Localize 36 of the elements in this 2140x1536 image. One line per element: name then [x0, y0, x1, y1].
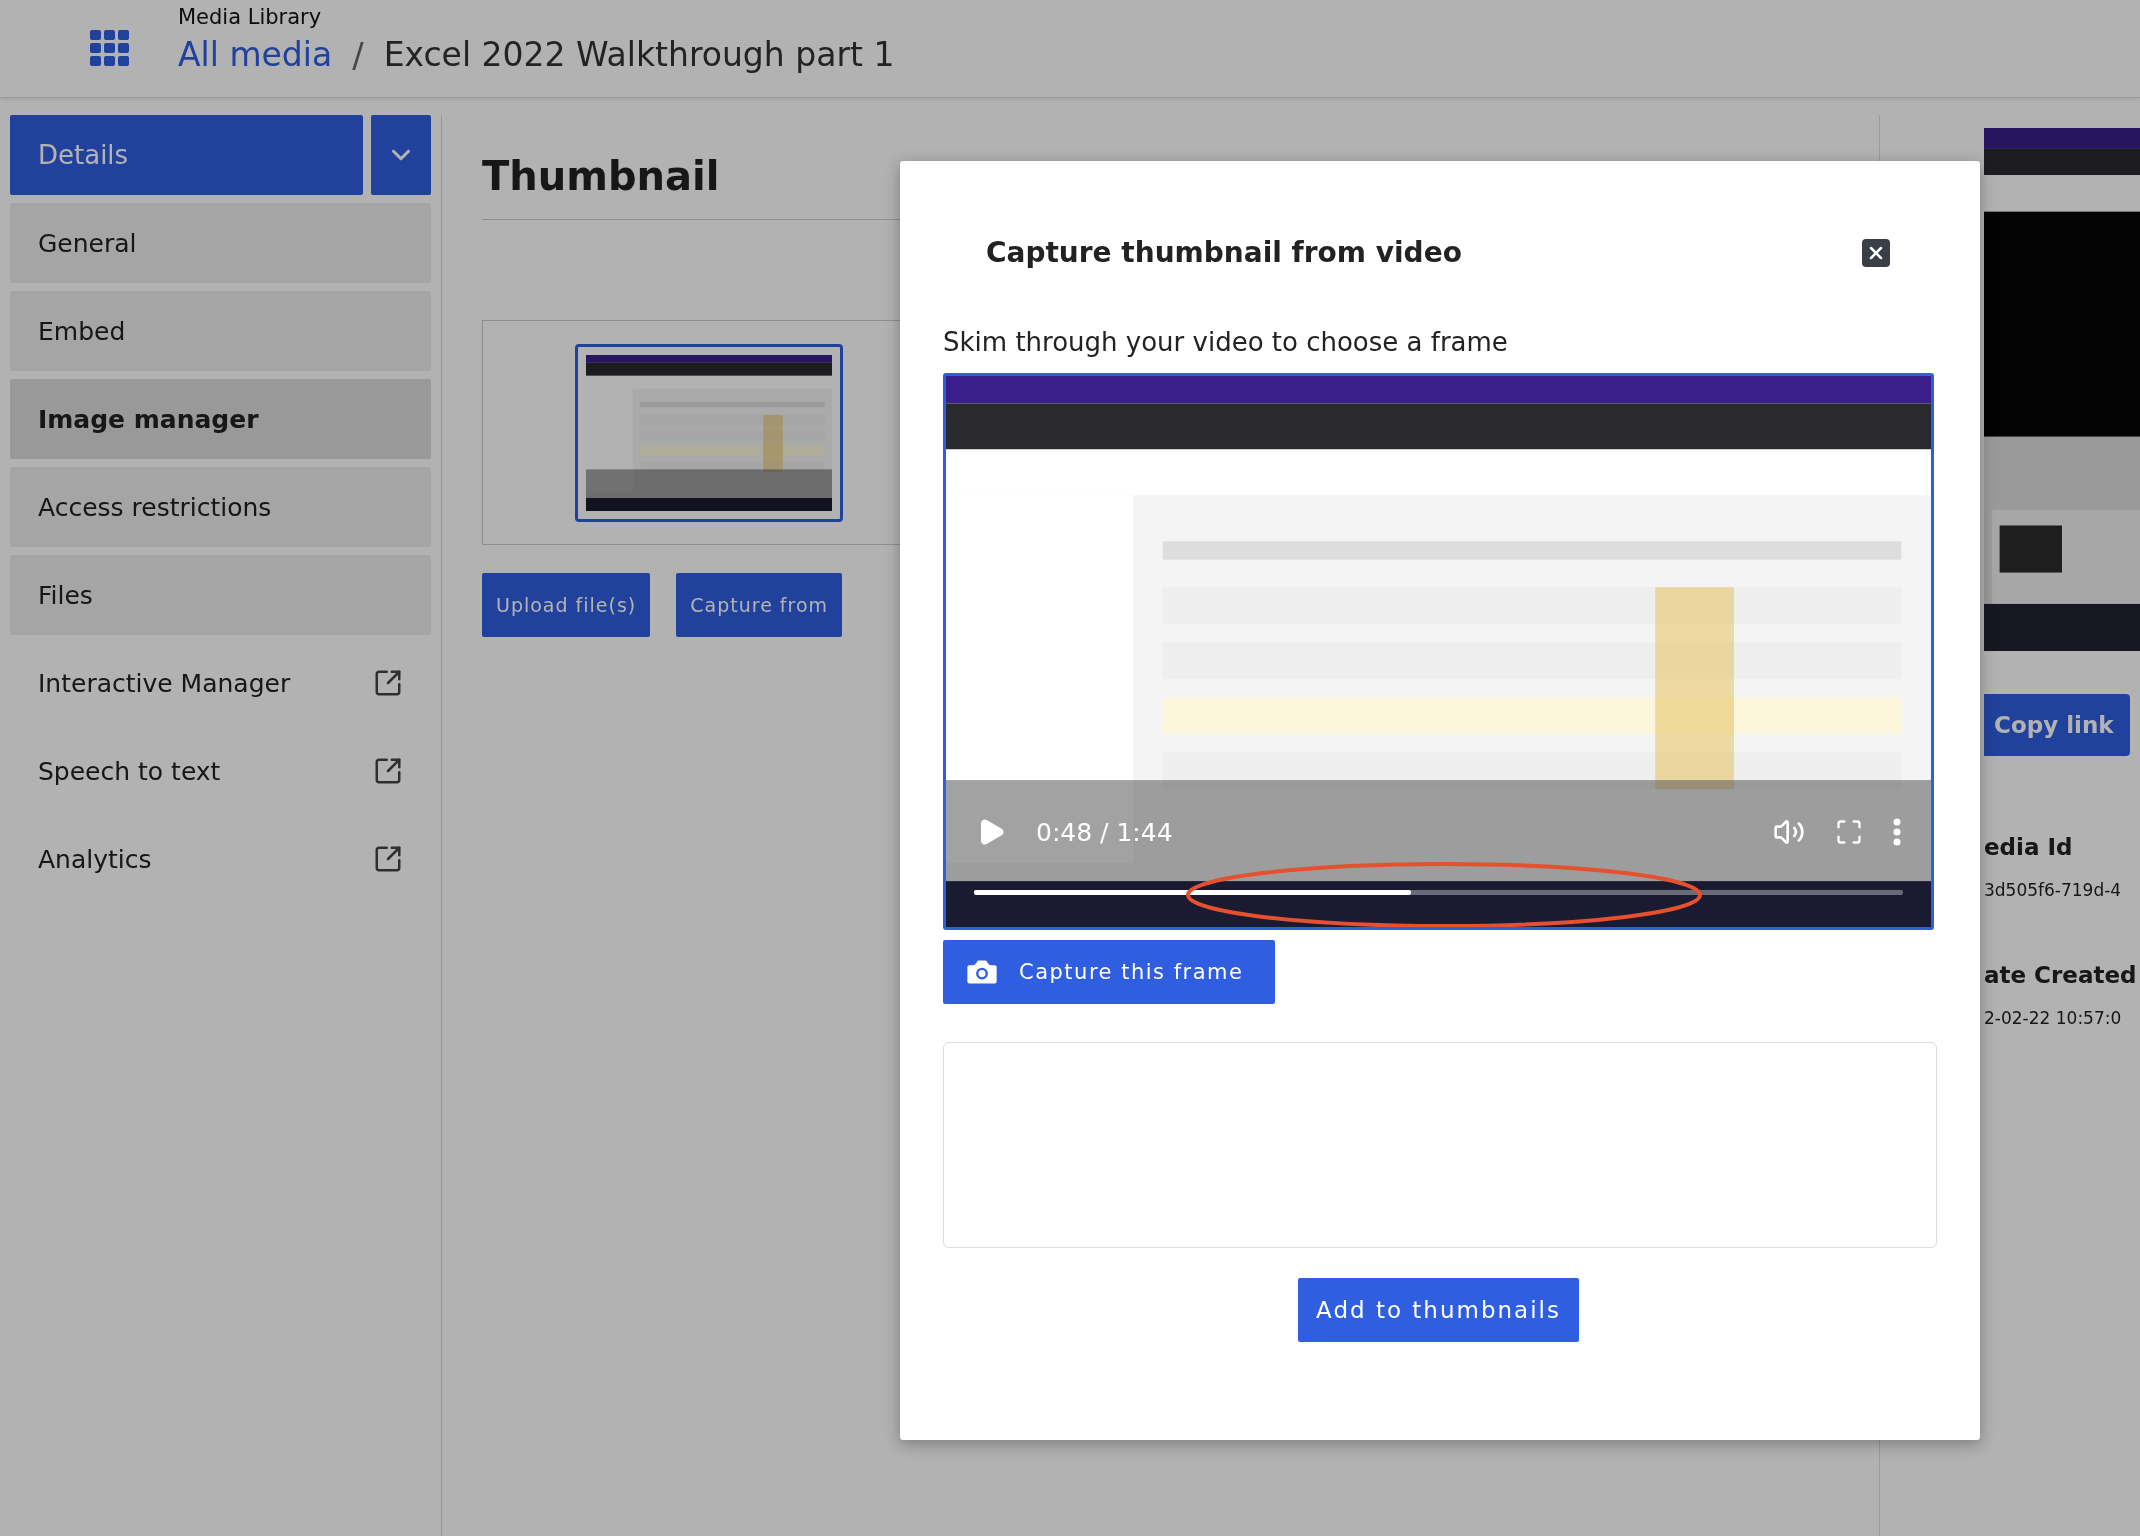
external-link-icon — [373, 668, 403, 698]
thumbnail-frame[interactable] — [575, 343, 843, 522]
app-title: Media Library — [178, 4, 323, 29]
breadcrumb-link[interactable]: All media — [178, 35, 333, 74]
sidebar-item[interactable]: General — [10, 203, 431, 283]
sidebar-item[interactable]: Files — [10, 555, 431, 635]
sidebar-link[interactable]: Speech to text — [10, 731, 431, 811]
progress-track[interactable] — [974, 890, 1903, 895]
upload-button[interactable]: Upload file(s) — [482, 573, 651, 637]
page-title: Excel 2022 Walkthrough part 1 — [383, 35, 895, 74]
capture-frame-button[interactable]: Capture this frame — [943, 940, 1275, 1004]
external-link-icon — [373, 756, 403, 786]
field-label: edia Id — [1984, 834, 2074, 860]
capture-button[interactable]: Capture from — [676, 573, 843, 637]
field-value: 3d505f6-719d-4 — [1984, 880, 2122, 900]
fullscreen-button[interactable] — [1835, 818, 1863, 846]
more-icon — [1893, 818, 1901, 846]
fullscreen-icon — [1835, 818, 1863, 846]
sidebar-item[interactable]: Embed — [10, 291, 431, 371]
external-link-icon — [373, 844, 403, 874]
add-thumbnails-button[interactable]: Add to thumbnails — [1298, 1278, 1579, 1342]
close-button[interactable] — [1862, 238, 1890, 267]
section-dropdown[interactable]: Details — [10, 115, 363, 195]
video-time: 0:48 / 1:44 — [1036, 817, 1174, 847]
breadcrumb-separator: / — [352, 34, 364, 75]
more-options-button[interactable] — [1893, 818, 1901, 846]
sidebar-link[interactable]: Analytics — [10, 819, 431, 899]
sidebar-item[interactable]: Access restrictions — [10, 467, 431, 547]
modal-title: Capture thumbnail from video — [986, 236, 1462, 269]
field-value: 2-02-22 10:57:0 — [1984, 1008, 2122, 1028]
field-label: ate Created — [1984, 962, 2138, 988]
sidebar-link[interactable]: Interactive Manager — [10, 643, 431, 723]
instruction-text: Skim through your video to choose a frame — [943, 327, 1509, 357]
copy-link-button[interactable]: Copy link — [1984, 694, 2130, 756]
sidebar-item[interactable]: Image manager — [10, 379, 431, 459]
apps-grid-icon[interactable] — [90, 29, 130, 68]
